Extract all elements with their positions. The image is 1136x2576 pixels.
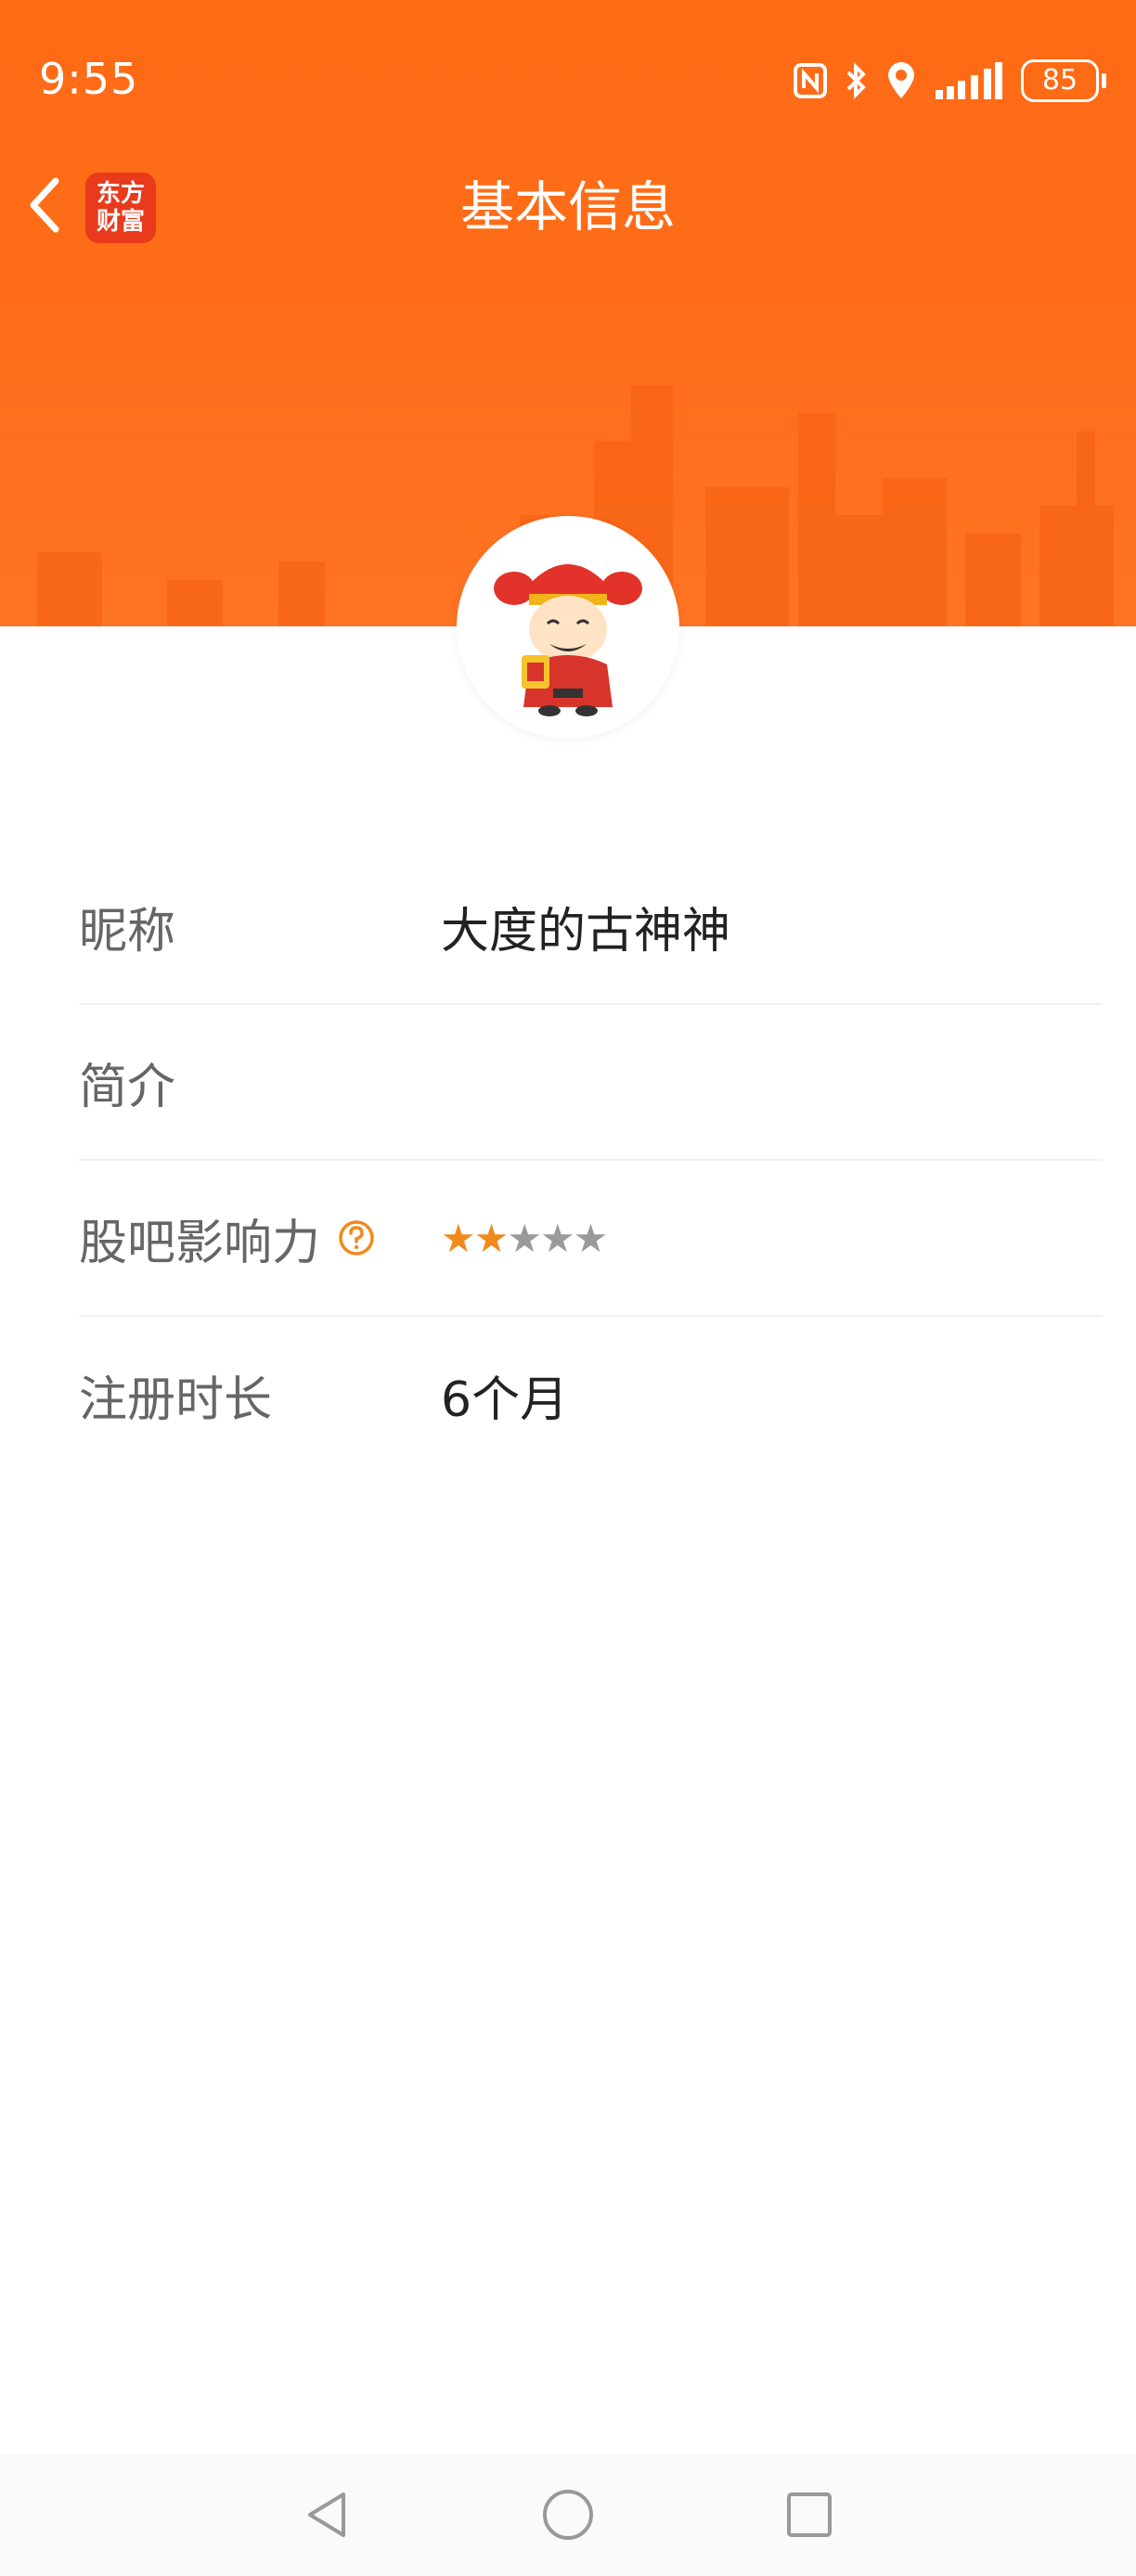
registration-duration-label: 注册时长 bbox=[79, 1372, 273, 1428]
signal-icon bbox=[936, 62, 1002, 99]
nav-recent-apps-icon[interactable] bbox=[781, 2487, 837, 2543]
system-navigation-bar bbox=[0, 2454, 1136, 2576]
profile-info-list: 昵称 大度的古神神 简介 股吧影响力 ★★★★★ 注册时长 6个月 bbox=[79, 849, 1103, 1473]
nfc-icon bbox=[794, 63, 827, 98]
influence-star-rating: ★★★★★ bbox=[441, 1215, 609, 1261]
help-question-icon[interactable] bbox=[337, 1218, 376, 1257]
bluetooth-icon bbox=[846, 62, 866, 99]
location-icon bbox=[888, 62, 914, 98]
nav-back-icon[interactable] bbox=[299, 2487, 355, 2543]
influence-row: 股吧影响力 ★★★★★ bbox=[79, 1161, 1103, 1317]
god-of-wealth-avatar-image bbox=[494, 564, 642, 716]
star-empty-icon: ★ bbox=[573, 1215, 609, 1261]
nickname-value: 大度的古神神 bbox=[441, 903, 731, 960]
star-filled-icon: ★ bbox=[473, 1215, 510, 1261]
star-empty-icon: ★ bbox=[539, 1215, 575, 1261]
status-icons: 85 bbox=[793, 58, 1106, 104]
nickname-row[interactable]: 昵称 大度的古神神 bbox=[79, 849, 1103, 1005]
nickname-label: 昵称 bbox=[79, 903, 176, 960]
influence-label: 股吧影响力 bbox=[79, 1215, 321, 1271]
registration-duration-row: 注册时长 6个月 bbox=[79, 1317, 1103, 1473]
bio-row[interactable]: 简介 bbox=[79, 1005, 1103, 1161]
registration-duration-value: 6个月 bbox=[441, 1372, 569, 1428]
star-filled-icon: ★ bbox=[441, 1215, 476, 1261]
nav-home-icon[interactable] bbox=[540, 2487, 596, 2543]
battery-icon: 85 bbox=[1021, 59, 1106, 102]
bio-label: 简介 bbox=[79, 1059, 176, 1115]
status-time: 9:55 bbox=[39, 54, 139, 104]
page-title: 基本信息 bbox=[459, 175, 676, 238]
star-empty-icon: ★ bbox=[507, 1215, 542, 1261]
influence-label-wrap: 股吧影响力 bbox=[79, 1204, 441, 1273]
avatar[interactable] bbox=[457, 516, 679, 739]
